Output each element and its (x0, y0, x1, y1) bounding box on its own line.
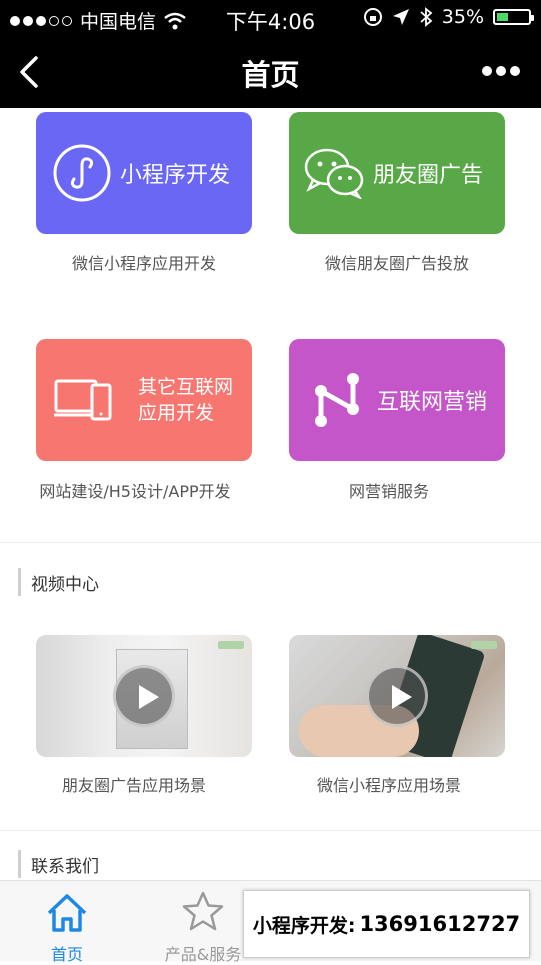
play-icon[interactable] (113, 665, 175, 727)
video-thumbnail[interactable] (289, 635, 505, 757)
mini-program-icon (53, 144, 111, 202)
nav-bar: 首页 (0, 36, 541, 108)
star-icon (182, 891, 224, 931)
rotation-lock-icon (363, 8, 382, 26)
section-divider (0, 542, 541, 543)
page-title: 首页 (241, 58, 300, 92)
battery-icon (493, 9, 534, 25)
service-card-label: 互联网营销 (377, 390, 488, 415)
section-divider (0, 830, 541, 831)
service-card-internet-marketing[interactable]: 互联网营销 (289, 339, 505, 461)
video-section-header: 视频中心 (18, 568, 99, 596)
home-icon (47, 894, 87, 932)
main-content: 小程序开发 微信小程序应用开发 朋友圈广告 微信朋友圈广告投放 其它互联网 应用… (0, 108, 541, 880)
hotline-label: 小程序开发: (252, 914, 356, 937)
service-card-label-line2: 应用开发 (138, 402, 215, 424)
service-card-label-line1: 其它互联网 (138, 376, 234, 398)
service-caption: 网站建设/H5设计/APP开发 (39, 482, 231, 501)
service-card-moments-ads[interactable]: 朋友圈广告 (289, 112, 505, 234)
service-card-mini-program[interactable]: 小程序开发 (36, 112, 252, 234)
service-card-label: 小程序开发 (120, 163, 231, 188)
tab-home[interactable]: 首页 (7, 881, 127, 964)
battery-percent: 35% (441, 6, 484, 28)
wechat-icon (304, 148, 364, 199)
video-thumbnail[interactable] (36, 635, 252, 757)
service-caption: 网营销服务 (348, 482, 429, 501)
video-caption: 微信小程序应用场景 (316, 776, 461, 795)
status-bar: 中国电信 下午4:06 35% (0, 0, 541, 36)
service-card-label: 朋友圈广告 (373, 163, 484, 188)
tab-label: 首页 (50, 945, 83, 964)
section-title: 联系我们 (31, 856, 99, 877)
network-nodes-icon (315, 373, 359, 427)
hotline-phone: 13691612727 (359, 912, 521, 936)
devices-icon (54, 379, 112, 421)
service-card-internet-apps[interactable]: 其它互联网 应用开发 (36, 339, 252, 461)
more-options-button[interactable] (479, 58, 523, 84)
play-icon[interactable] (366, 665, 428, 727)
service-caption: 微信朋友圈广告投放 (324, 254, 469, 273)
section-title: 视频中心 (31, 574, 99, 595)
hotline-banner[interactable]: 小程序开发: 13691612727 (243, 890, 530, 958)
contact-section-header: 联系我们 (18, 850, 99, 878)
location-icon (392, 9, 409, 25)
bluetooth-icon (420, 7, 433, 27)
service-caption: 微信小程序应用开发 (71, 254, 216, 273)
video-caption: 朋友圈广告应用场景 (61, 776, 206, 795)
